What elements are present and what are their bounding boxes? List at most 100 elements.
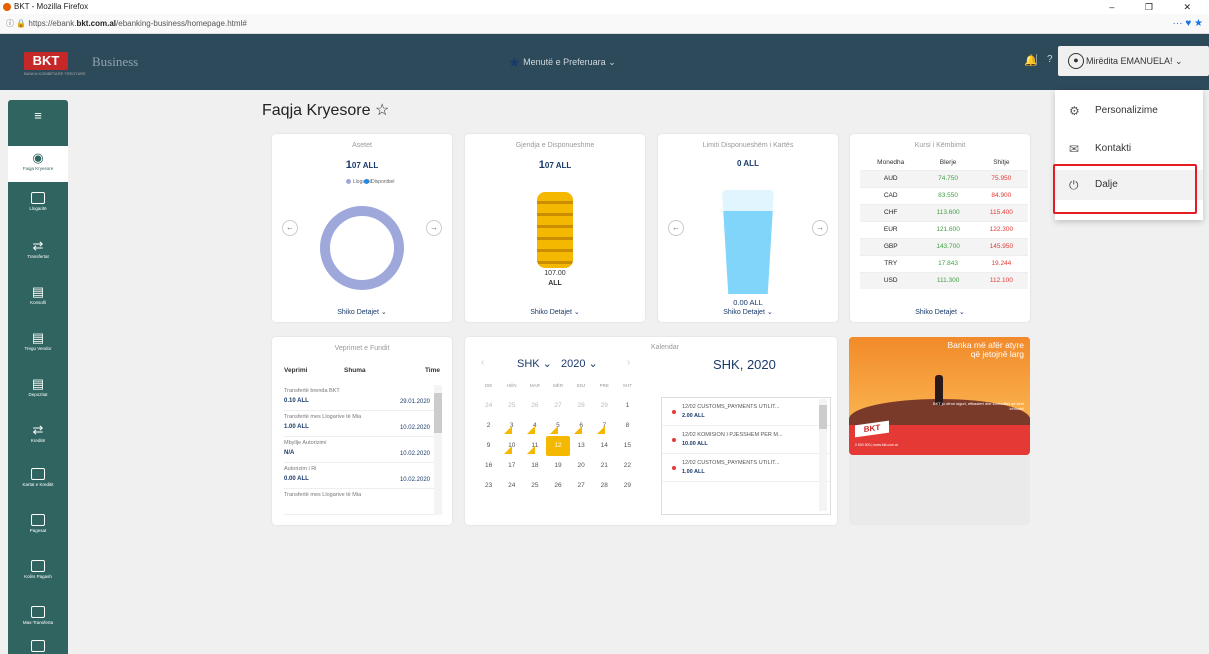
details-link[interactable]: Shiko Detajet ⌄ <box>465 308 645 316</box>
list-item[interactable]: 12/02 CUSTOMS_PAYMENTS UTILIT... 1.00 ALL <box>662 454 830 482</box>
calendar-title: Kalendar <box>651 344 680 351</box>
business-label: Business <box>92 54 139 69</box>
next-arrow-button[interactable]: → <box>812 220 828 236</box>
help-button[interactable]: ? <box>1036 54 1053 65</box>
next-arrow-button[interactable]: → <box>426 220 442 236</box>
selected-period-heading: SHK, 2020 <box>713 357 776 372</box>
calendar-day[interactable]: 26 <box>546 476 569 496</box>
available-currency: ALL <box>548 280 562 287</box>
year-select[interactable]: 2020 ⌄ <box>561 357 598 370</box>
calendar-day[interactable]: 14 <box>593 436 616 456</box>
calendar-day[interactable]: 6 <box>570 416 593 436</box>
details-link[interactable]: Shiko Detajet ⌄ <box>850 308 1030 316</box>
assets-card: Asetet 107 ALL Llogaritë Disponibel ← → … <box>272 134 452 322</box>
calendar-day[interactable]: 24 <box>500 476 523 496</box>
calendar-day[interactable]: 3 <box>500 416 523 436</box>
sidebar-item-home[interactable]: ◉ Faqja Kryesore <box>8 146 68 182</box>
calendar-day[interactable]: 17 <box>500 456 523 476</box>
calendar-day[interactable]: 19 <box>546 456 569 476</box>
list-item[interactable]: 12/02 KOMISION I PJESSHEM PER M... 10.00 … <box>662 426 830 454</box>
calendar-day[interactable]: 28 <box>570 396 593 416</box>
calendar-day[interactable]: 25 <box>500 396 523 416</box>
calendar-day[interactable]: 20 <box>570 456 593 476</box>
menu-item-contact[interactable]: ✉ Kontakti <box>1055 134 1203 164</box>
calendar-day[interactable]: 27 <box>570 476 593 496</box>
card-title: Limiti Disponueshëm i Kartës <box>702 142 794 149</box>
sidebar-item-market[interactable]: ▤ Tregu Vendor <box>8 330 68 351</box>
exchange-rates-card: Kursi i Këmbimit Monedha Blerje Shitje A… <box>850 134 1030 322</box>
bkt-logo[interactable]: BKT <box>24 52 68 70</box>
prev-arrow-button[interactable]: ← <box>282 220 298 236</box>
col-header-buy: Blerje <box>921 156 975 170</box>
calendar-day[interactable]: 23 <box>477 476 500 496</box>
calendar-day[interactable]: 28 <box>593 476 616 496</box>
transactions-scrollbar[interactable] <box>434 385 442 515</box>
list-item[interactable]: 12/02 CUSTOMS_PAYMENTS UTILIT... 2.00 ALL <box>662 398 830 426</box>
calendar-day[interactable]: 26 <box>523 396 546 416</box>
url-bar[interactable]: ⓘ 🔒 https://ebank.bkt.com.al/ebanking-bu… <box>0 14 1209 34</box>
sidebar: ≡ ◉ Faqja Kryesore Llogaritë ⇄ Transfertat… <box>8 100 68 654</box>
calendar-day[interactable]: 29 <box>593 396 616 416</box>
details-link[interactable]: Shiko Detajet ⌄ <box>272 308 452 316</box>
events-scrollbar[interactable] <box>819 399 827 511</box>
calendar-day[interactable]: 16 <box>477 456 500 476</box>
calendar-day[interactable]: 9 <box>477 436 500 456</box>
calendar-day[interactable]: 15 <box>616 436 639 456</box>
window-controls[interactable]: – ❐ ✕ <box>1109 0 1205 14</box>
table-row: EUR 121.600 122.300 <box>860 220 1028 238</box>
list-item[interactable]: Transfertë mes Llogarive të Mia 1.00 ALL 1… <box>284 411 434 437</box>
calendar-day[interactable]: 25 <box>523 476 546 496</box>
sidebar-item-payroll[interactable]: Kolirs Pagash <box>8 560 68 579</box>
recent-transactions-card: Veprimet e Fundit Veprimi Shuma Time Tra… <box>272 337 452 525</box>
logo-subtitle: BANKA KOMBËTARE TREGTARE <box>24 71 86 76</box>
list-item[interactable]: Mbyllje Autorizimi N/A 10.02.2020 <box>284 437 434 463</box>
card-limit-amount: 0 ALL <box>737 159 759 168</box>
hamburger-icon: ≡ <box>34 108 42 123</box>
rates-table: Monedha Blerje Shitje AUD 74.750 75.950 CA… <box>860 156 1028 289</box>
sidebar-item-transfers[interactable]: ⇄ Transfertat <box>8 238 68 259</box>
available-balance-card: Gjendja e Disponueshme 107 ALL 107.00 AL… <box>465 134 645 322</box>
sidebar-item-payments[interactable]: Pagesat <box>8 514 68 533</box>
calendar-day[interactable]: 2 <box>477 416 500 436</box>
calendar-day[interactable]: 29 <box>616 476 639 496</box>
calendar-day[interactable]: 27 <box>546 396 569 416</box>
calendar-day[interactable]: 10 <box>500 436 523 456</box>
list-item[interactable]: Autorizim i Ri 0.00 ALL 10.02.2020 <box>284 463 434 489</box>
prev-arrow-button[interactable]: ← <box>668 220 684 236</box>
calendar-day[interactable]: 13 <box>570 436 593 456</box>
menu-item-personalize[interactable]: ⚙ Personalizime <box>1055 96 1203 126</box>
promo-banner[interactable]: Banka më afër atyre që jetojnë larg BKT … <box>849 337 1030 455</box>
next-month-button[interactable]: › <box>627 357 630 368</box>
list-item[interactable]: Transfertë brenda BKT 0.10 ALL 29.01.2020 <box>284 385 434 411</box>
favorites-menu[interactable]: ★ Menutë e Preferuara ⌄ <box>508 54 616 71</box>
calendar-day[interactable]: 8 <box>616 416 639 436</box>
list-item[interactable]: Transfertë mes Llogarive të Mia <box>284 489 434 515</box>
user-avatar-icon: ● <box>1068 53 1084 69</box>
calendar-day[interactable]: 1 <box>616 396 639 416</box>
calendar-day[interactable]: 18 <box>523 456 546 476</box>
card-title: Asetet <box>352 142 372 149</box>
sidebar-item-credit-cards[interactable]: Kartat e Kreditit <box>8 468 68 487</box>
calendar-day-selected[interactable]: 12 <box>546 436 570 456</box>
menu-toggle[interactable]: ≡ <box>8 108 68 124</box>
calendar-day[interactable]: 4 <box>523 416 546 436</box>
sidebar-item-credits[interactable]: ⇄ Kreditë <box>8 422 68 443</box>
sidebar-item-mass-transfer[interactable]: Mas-Transferta <box>8 606 68 625</box>
prev-month-button[interactable]: ‹ <box>481 357 484 368</box>
card-limit-card: Limiti Disponueshëm i Kartës 0 ALL ← → 0… <box>658 134 838 322</box>
sidebar-item-more[interactable] <box>8 640 68 654</box>
month-select[interactable]: SHK ⌄ <box>517 357 552 370</box>
user-menu[interactable]: ● Mirëdita EMANUELA! ⌄ <box>1058 46 1209 76</box>
favorite-star-icon[interactable]: ☆ <box>375 102 389 119</box>
sidebar-item-accounts[interactable]: Llogaritë <box>8 192 68 211</box>
calendar-day[interactable]: 5 <box>546 416 569 436</box>
calendar-day[interactable]: 21 <box>593 456 616 476</box>
details-link[interactable]: Shiko Detajet ⌄ <box>658 308 838 316</box>
browser-tools[interactable]: ··· ♥ ★ <box>1173 14 1203 34</box>
sidebar-item-console[interactable]: ▤ Konsolli <box>8 284 68 305</box>
calendar-day[interactable]: 7 <box>593 416 616 436</box>
calendar-day[interactable]: 22 <box>616 456 639 476</box>
sidebar-item-deposits[interactable]: ▤ Depozitat <box>8 376 68 397</box>
calendar-day[interactable]: 11 <box>523 436 546 456</box>
calendar-day[interactable]: 24 <box>477 396 500 416</box>
